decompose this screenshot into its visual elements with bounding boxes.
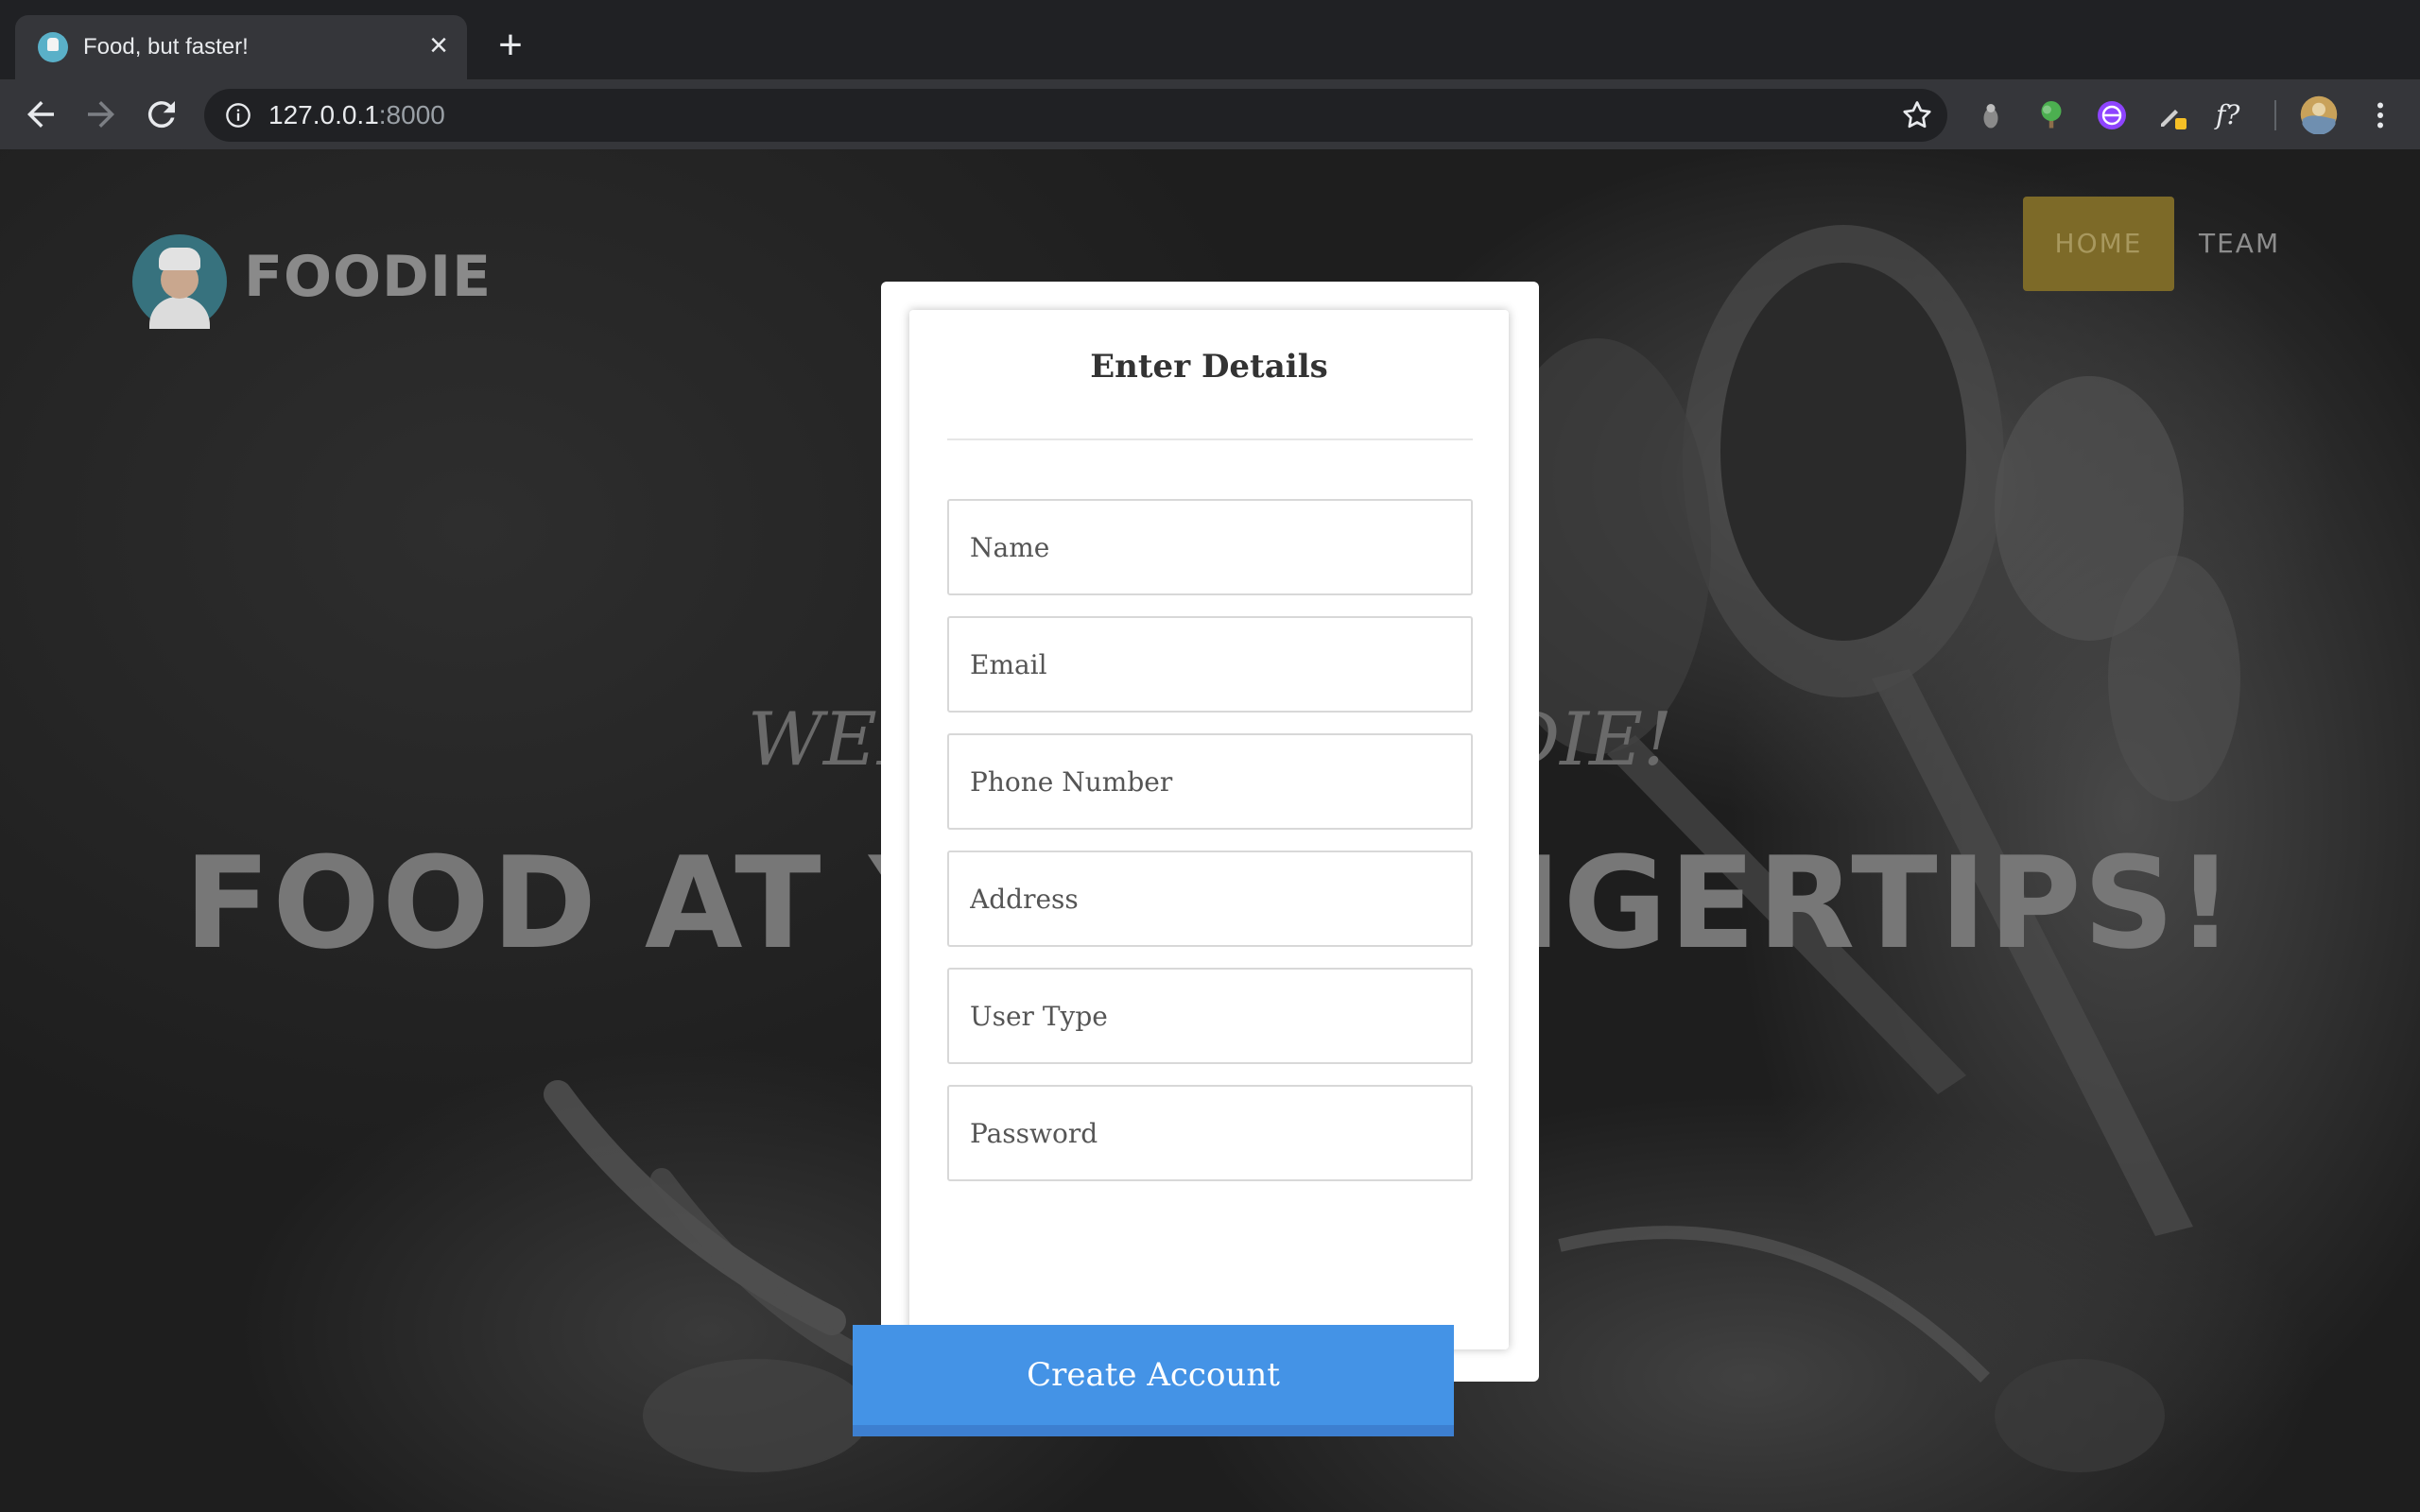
profile-avatar-icon[interactable] bbox=[2299, 94, 2339, 134]
url-port: :8000 bbox=[378, 100, 445, 129]
reload-icon[interactable] bbox=[142, 94, 182, 134]
signup-modal: Enter Details Create Account bbox=[853, 282, 1539, 1436]
formula-icon[interactable]: f? bbox=[2216, 98, 2250, 132]
browser-menu-icon[interactable] bbox=[2363, 98, 2397, 132]
modal-title: Enter Details bbox=[1090, 348, 1328, 386]
foodie-logo-icon[interactable] bbox=[132, 234, 227, 329]
browser-tab-strip: Food, but faster! × + bbox=[0, 0, 2420, 79]
email-field[interactable] bbox=[947, 616, 1473, 713]
brand-name[interactable]: FOODIE bbox=[244, 244, 492, 310]
site-info-icon[interactable] bbox=[225, 102, 251, 129]
globe-extension-icon[interactable] bbox=[2095, 98, 2129, 132]
tree-icon[interactable] bbox=[2034, 98, 2068, 132]
create-account-button[interactable]: Create Account bbox=[853, 1325, 1454, 1436]
new-tab-button[interactable]: + bbox=[490, 25, 531, 66]
password-field[interactable] bbox=[947, 1085, 1473, 1181]
signup-card: Enter Details bbox=[909, 310, 1509, 1349]
url-text: 127.0.0.1:8000 bbox=[268, 100, 445, 130]
chef-favicon-icon bbox=[38, 32, 68, 62]
bookmark-star-icon[interactable] bbox=[1900, 98, 1934, 132]
browser-toolbar: 127.0.0.1:8000 f? bbox=[0, 79, 2420, 149]
toolbar-separator bbox=[2274, 100, 2276, 130]
user-type-field[interactable] bbox=[947, 968, 1473, 1064]
page-background: FOODIE HOME TEAM WELCOME TO FOODIE! FOOD… bbox=[0, 149, 2420, 1512]
tab-title: Food, but faster! bbox=[83, 34, 249, 60]
phone-number-field[interactable] bbox=[947, 733, 1473, 830]
nav-team-link[interactable]: TEAM bbox=[2199, 197, 2280, 291]
browser-tab[interactable]: Food, but faster! × bbox=[15, 15, 467, 79]
forward-icon[interactable] bbox=[81, 94, 121, 134]
address-field[interactable] bbox=[947, 850, 1473, 947]
back-icon[interactable] bbox=[21, 94, 60, 134]
url-host: 127.0.0.1 bbox=[268, 100, 379, 129]
title-divider bbox=[947, 438, 1473, 440]
profile-extension-icon[interactable] bbox=[1974, 98, 2008, 132]
nav-home-link[interactable]: HOME bbox=[2023, 197, 2174, 291]
name-field[interactable] bbox=[947, 499, 1473, 595]
close-tab-icon[interactable]: × bbox=[422, 28, 456, 62]
address-bar[interactable]: 127.0.0.1:8000 bbox=[204, 89, 1947, 142]
pencil-extension-icon[interactable] bbox=[2155, 98, 2189, 132]
